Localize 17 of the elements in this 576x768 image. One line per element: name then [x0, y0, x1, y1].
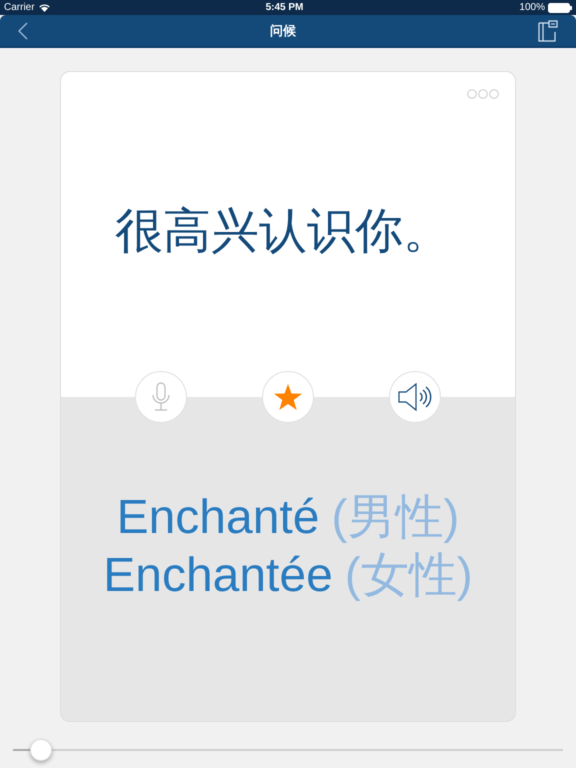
wifi-icon [38, 4, 50, 12]
carrier-label: Carrier [4, 1, 35, 15]
chinese-phrase: 很高兴认识你。 [115, 208, 452, 260]
screen-title: 问候 [270, 22, 296, 40]
translation-text: Enchanté [116, 490, 320, 546]
slider-thumb[interactable] [30, 739, 52, 761]
microphone-icon [151, 382, 171, 412]
battery-percent: 100% [519, 1, 545, 15]
back-icon[interactable] [18, 22, 28, 40]
more-icon[interactable] [467, 89, 499, 99]
translation-text: Enchantée [103, 548, 333, 604]
gender-note: (女性) [344, 548, 473, 604]
speaker-icon [398, 383, 432, 411]
battery-icon [548, 2, 572, 12]
notebook-icon[interactable] [538, 20, 558, 42]
clock-time: 5:45 PM [266, 1, 304, 15]
gender-note: (男性) [331, 490, 460, 546]
